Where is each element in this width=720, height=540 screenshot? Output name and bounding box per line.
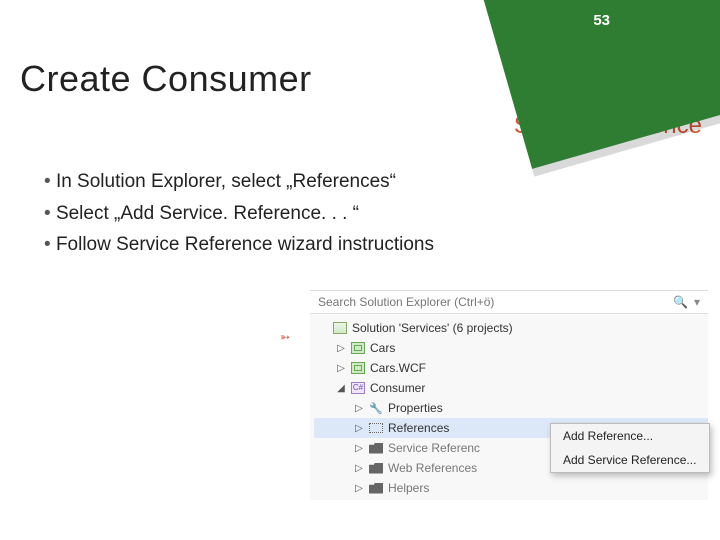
expand-icon[interactable]: ▷ <box>336 363 346 374</box>
menu-item-add-reference[interactable]: Add Reference... <box>551 424 709 448</box>
references-label: References <box>388 421 449 435</box>
menu-item-add-service-reference[interactable]: Add Service Reference... <box>551 448 709 472</box>
project-label: Cars.WCF <box>370 361 426 375</box>
tree-project-row[interactable]: ▷ Cars <box>314 338 708 358</box>
bullet-item: Select „Add Service. Reference. . . “ <box>44 200 680 228</box>
page-number: 53 <box>593 12 610 29</box>
search-bar[interactable]: 🔍 ▾ <box>310 291 708 314</box>
slide-title: Create Consumer <box>20 58 312 100</box>
context-menu: Add Reference... Add Service Reference..… <box>550 423 710 473</box>
properties-label: Properties <box>388 401 443 415</box>
wrench-icon: 🔧 <box>368 401 384 415</box>
csharp-project-icon: C# <box>351 382 365 394</box>
folder-icon <box>369 463 383 474</box>
bullet-item: In Solution Explorer, select „References… <box>44 168 680 196</box>
project-label: Cars <box>370 341 395 355</box>
expand-icon[interactable]: ▷ <box>354 443 364 454</box>
references-icon <box>369 423 383 433</box>
search-input[interactable] <box>318 295 667 309</box>
expand-icon[interactable]: ▷ <box>354 403 364 414</box>
solution-explorer-panel: 🔍 ▾ Solution 'Services' (6 projects) ▷ C… <box>310 290 708 500</box>
folder-label: Web References <box>388 461 477 475</box>
solution-icon <box>333 322 347 334</box>
folder-icon <box>369 443 383 454</box>
bullet-list: In Solution Explorer, select „References… <box>44 168 680 263</box>
search-icon: 🔍 <box>673 295 688 309</box>
expand-icon[interactable]: ▷ <box>336 343 346 354</box>
chevron-down-icon: ▾ <box>694 295 700 309</box>
folder-icon <box>369 483 383 494</box>
project-icon <box>351 362 365 374</box>
tree-project-row[interactable]: ◢ C# Consumer <box>314 378 708 398</box>
slide: 53 Create Consumer Service reference In … <box>0 0 720 540</box>
solution-label: Solution 'Services' (6 projects) <box>352 321 513 335</box>
tree-solution-row[interactable]: Solution 'Services' (6 projects) <box>314 318 708 338</box>
expand-icon[interactable]: ▷ <box>354 423 364 434</box>
tree-folder-row[interactable]: ▷ Helpers <box>314 478 708 498</box>
folder-label: Helpers <box>388 481 429 495</box>
pointer-arrow-icon: ➳ <box>280 330 290 344</box>
expand-icon[interactable]: ▷ <box>354 463 364 474</box>
tree-project-row[interactable]: ▷ Cars.WCF <box>314 358 708 378</box>
tree-properties-row[interactable]: ▷ 🔧 Properties <box>314 398 708 418</box>
project-icon <box>351 342 365 354</box>
bullet-item: Follow Service Reference wizard instruct… <box>44 231 680 259</box>
folder-label: Service Referenc <box>388 441 480 455</box>
project-label: Consumer <box>370 381 425 395</box>
expand-icon[interactable]: ▷ <box>354 483 364 494</box>
collapse-icon[interactable]: ◢ <box>336 383 346 394</box>
